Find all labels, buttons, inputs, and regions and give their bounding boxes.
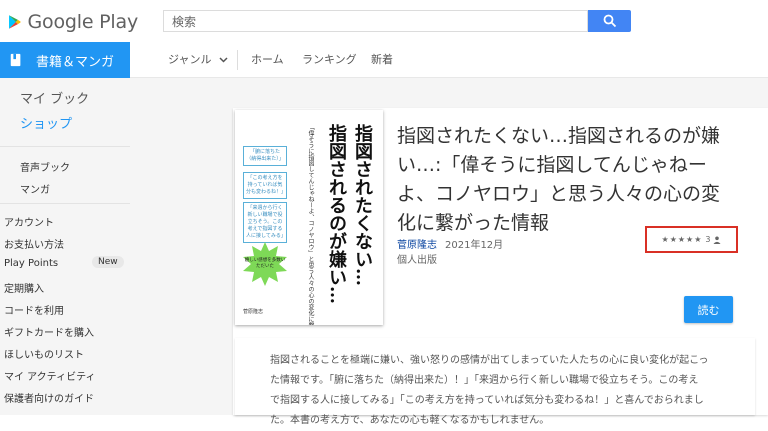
sidebar-item-wishlist[interactable]: ほしいものリスト [4, 346, 84, 361]
search-box[interactable] [163, 10, 588, 32]
sidebar-item-account[interactable]: アカウント [4, 214, 54, 229]
sidebar-item-gift-card[interactable]: ギフトカードを購入 [4, 324, 94, 339]
sidebar-item-audiobook[interactable]: 音声ブック [20, 159, 70, 174]
person-icon [713, 236, 721, 244]
play-points-label: Play Points [4, 258, 59, 269]
sub-navigation: ジャンル ホーム ランキング 新着 [130, 42, 768, 78]
read-button[interactable]: 読む [684, 296, 733, 323]
cover-quote-box: 「腑に落ちた（納得出来た）」 [243, 146, 287, 166]
logo-text: Google Play [27, 11, 139, 33]
sidebar-item-shop[interactable]: ショップ [20, 113, 72, 132]
category-books-manga[interactable]: 書籍＆マンガ [0, 42, 130, 78]
book-description: 指図されることを極端に嫌い、強い怒りの感情が出てしまっていた人たちの心に良い変化… [270, 351, 750, 431]
star-rating: ★★★★★ [661, 235, 703, 244]
sidebar-divider [0, 146, 130, 147]
book-icon [8, 52, 24, 68]
cover-title-line2: 指図されるのが嫌い… [326, 124, 347, 304]
rating-count: 3 [705, 235, 711, 244]
category-label: 書籍＆マンガ [36, 54, 115, 70]
description-line: た情報です。「腑に落ちた（納得出来た）！」「来週から行く新しい職場で役立ちそう。… [270, 375, 699, 386]
rating-summary[interactable]: ★★★★★ 3 [645, 226, 738, 253]
cover-publisher: 菅原隆志 [243, 309, 264, 315]
sidebar-item-play-points[interactable]: Play Points New [4, 256, 124, 269]
cover-quote-box: 「来週から行く新しい職場で役立ちそう。この考えで指図する人に接してみる」 [243, 202, 287, 243]
description-line: た。本書の考え方で、あなたの心も軽くなるかもしれません。 [270, 415, 550, 426]
sidebar-item-subscriptions[interactable]: 定期購入 [4, 280, 44, 295]
sidebar-item-redeem[interactable]: コードを利用 [4, 302, 64, 317]
publish-date: 2021年12月 [445, 240, 504, 251]
book-title: 指図されたくない…指図されるのが嫌い…:「偉そうに指図してんじゃねーよ、コノヤロ… [397, 125, 721, 234]
sidebar-item-manga[interactable]: マンガ [20, 181, 50, 196]
nav-home[interactable]: ホーム [251, 42, 284, 77]
cover-burst-text: 嬉しい感想を多数いただいた [244, 258, 286, 269]
nav-ranking[interactable]: ランキング [302, 42, 357, 77]
genre-label: ジャンル [168, 53, 212, 66]
play-triangle-icon [9, 15, 21, 29]
chevron-down-icon [219, 57, 228, 63]
description-line: 指図されることを極端に嫌い、強い怒りの感情が出てしまっていた人たちの心に良い変化… [270, 355, 709, 366]
sidebar-item-my-book[interactable]: マイ ブック [20, 88, 89, 107]
sidebar-item-payment[interactable]: お支払い方法 [4, 236, 64, 251]
genre-dropdown[interactable]: ジャンル [168, 42, 228, 77]
cover-subtitle: 「偉そうに指図してんじゃねーよ、コノヤロウ」と思う人々の心の変化に繋がった情報 [307, 124, 314, 325]
sidebar: マイ ブック ショップ 音声ブック マンガ アカウント お支払い方法 Play … [0, 78, 130, 415]
sidebar-item-parent-guide[interactable]: 保護者向けのガイド [4, 390, 94, 405]
top-bar: Google Play [0, 0, 768, 42]
nav-divider [237, 50, 238, 70]
cover-quote-box: 「この考え方を持っていれば気分も変わるね！」 [243, 172, 287, 199]
sidebar-divider [0, 203, 130, 204]
cover-title-line1: 指図されたくない… [352, 124, 373, 286]
google-play-logo[interactable]: Google Play [8, 8, 138, 36]
sidebar-item-activity[interactable]: マイ アクティビティ [4, 368, 95, 383]
book-cover[interactable]: 指図されたくない… 指図されるのが嫌い… 「偉そうに指図してんじゃねーよ、コノヤ… [235, 110, 383, 325]
publisher: 個人出版 [397, 255, 437, 266]
new-badge: New [92, 256, 124, 268]
search-input[interactable] [164, 12, 587, 32]
search-button[interactable] [588, 10, 631, 32]
search-icon [603, 14, 616, 28]
nav-new[interactable]: 新着 [371, 42, 393, 77]
author-link[interactable]: 菅原隆志 [397, 236, 437, 251]
description-line: で指図する人に接してみる」「この考え方を持っていれば気分も変わるね！」と喜んでお… [270, 395, 704, 406]
